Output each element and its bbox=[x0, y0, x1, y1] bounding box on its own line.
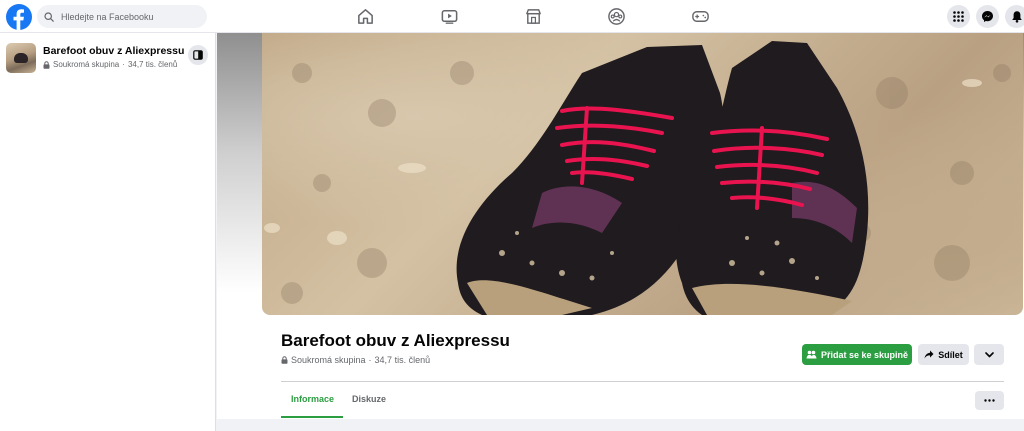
tab-diskuze[interactable]: Diskuze bbox=[352, 394, 386, 404]
sidebar-separator: · bbox=[122, 60, 125, 69]
sidebar-member-count: 34,7 tis. členů bbox=[127, 60, 178, 69]
info-divider bbox=[281, 381, 1004, 382]
group-meta-separator: · bbox=[368, 355, 372, 365]
group-privacy: Soukromá skupina bbox=[291, 355, 366, 365]
marketplace-icon[interactable] bbox=[524, 7, 543, 26]
group-options-dropdown-button[interactable] bbox=[974, 344, 1004, 365]
messenger-icon bbox=[982, 11, 993, 22]
gaming-icon[interactable] bbox=[691, 7, 710, 26]
group-title: Barefoot obuv z Aliexpressu bbox=[281, 331, 510, 350]
tabs-more-button[interactable] bbox=[975, 391, 1004, 410]
group-cover-photo[interactable] bbox=[262, 33, 1023, 315]
collapse-sidebar-button[interactable] bbox=[188, 45, 208, 65]
search-icon bbox=[44, 11, 54, 22]
messenger-button[interactable] bbox=[976, 5, 999, 28]
group-member-count[interactable]: 34,7 tis. členů bbox=[375, 355, 431, 365]
more-dots-icon bbox=[984, 399, 995, 402]
group-meta: Soukromá skupina · 34,7 tis. členů bbox=[281, 355, 430, 365]
chevron-down-icon bbox=[984, 351, 994, 357]
facebook-logo-icon[interactable] bbox=[6, 4, 32, 30]
cover-photo-illustration bbox=[264, 41, 1011, 315]
sidebar-group-name[interactable]: Barefoot obuv z Aliexpressu bbox=[43, 45, 184, 57]
home-icon[interactable] bbox=[356, 7, 375, 26]
top-navigation-bar bbox=[0, 0, 1024, 33]
notifications-icon bbox=[1011, 11, 1022, 23]
share-button[interactable]: Sdílet bbox=[918, 344, 969, 365]
join-group-label: Přidat se ke skupině bbox=[820, 349, 909, 360]
join-group-button[interactable]: Přidat se ke skupině bbox=[802, 344, 912, 365]
sidebar-group-meta: Soukromá skupina · 34,7 tis. členů bbox=[43, 60, 177, 69]
content-feed-start bbox=[217, 419, 1024, 431]
group-thumbnail[interactable] bbox=[6, 43, 36, 73]
sidebar-toggle-icon bbox=[193, 50, 203, 60]
search-bar[interactable] bbox=[37, 5, 207, 28]
left-sidebar: Barefoot obuv z Aliexpressu Soukromá sku… bbox=[0, 33, 216, 431]
tab-informace[interactable]: Informace bbox=[291, 394, 334, 404]
video-icon[interactable] bbox=[440, 7, 459, 26]
lock-icon bbox=[43, 60, 50, 69]
active-tab-indicator bbox=[281, 416, 343, 418]
groups-icon[interactable] bbox=[607, 7, 626, 26]
menu-grid-button[interactable] bbox=[947, 5, 970, 28]
menu-grid-icon bbox=[953, 11, 964, 22]
search-input[interactable] bbox=[59, 10, 203, 23]
notifications-button[interactable] bbox=[1005, 5, 1024, 28]
sidebar-privacy: Soukromá skupina bbox=[53, 60, 120, 69]
lock-icon bbox=[281, 356, 288, 364]
share-label: Sdílet bbox=[938, 349, 963, 360]
add-people-icon bbox=[806, 350, 817, 359]
share-arrow-icon bbox=[924, 350, 934, 359]
